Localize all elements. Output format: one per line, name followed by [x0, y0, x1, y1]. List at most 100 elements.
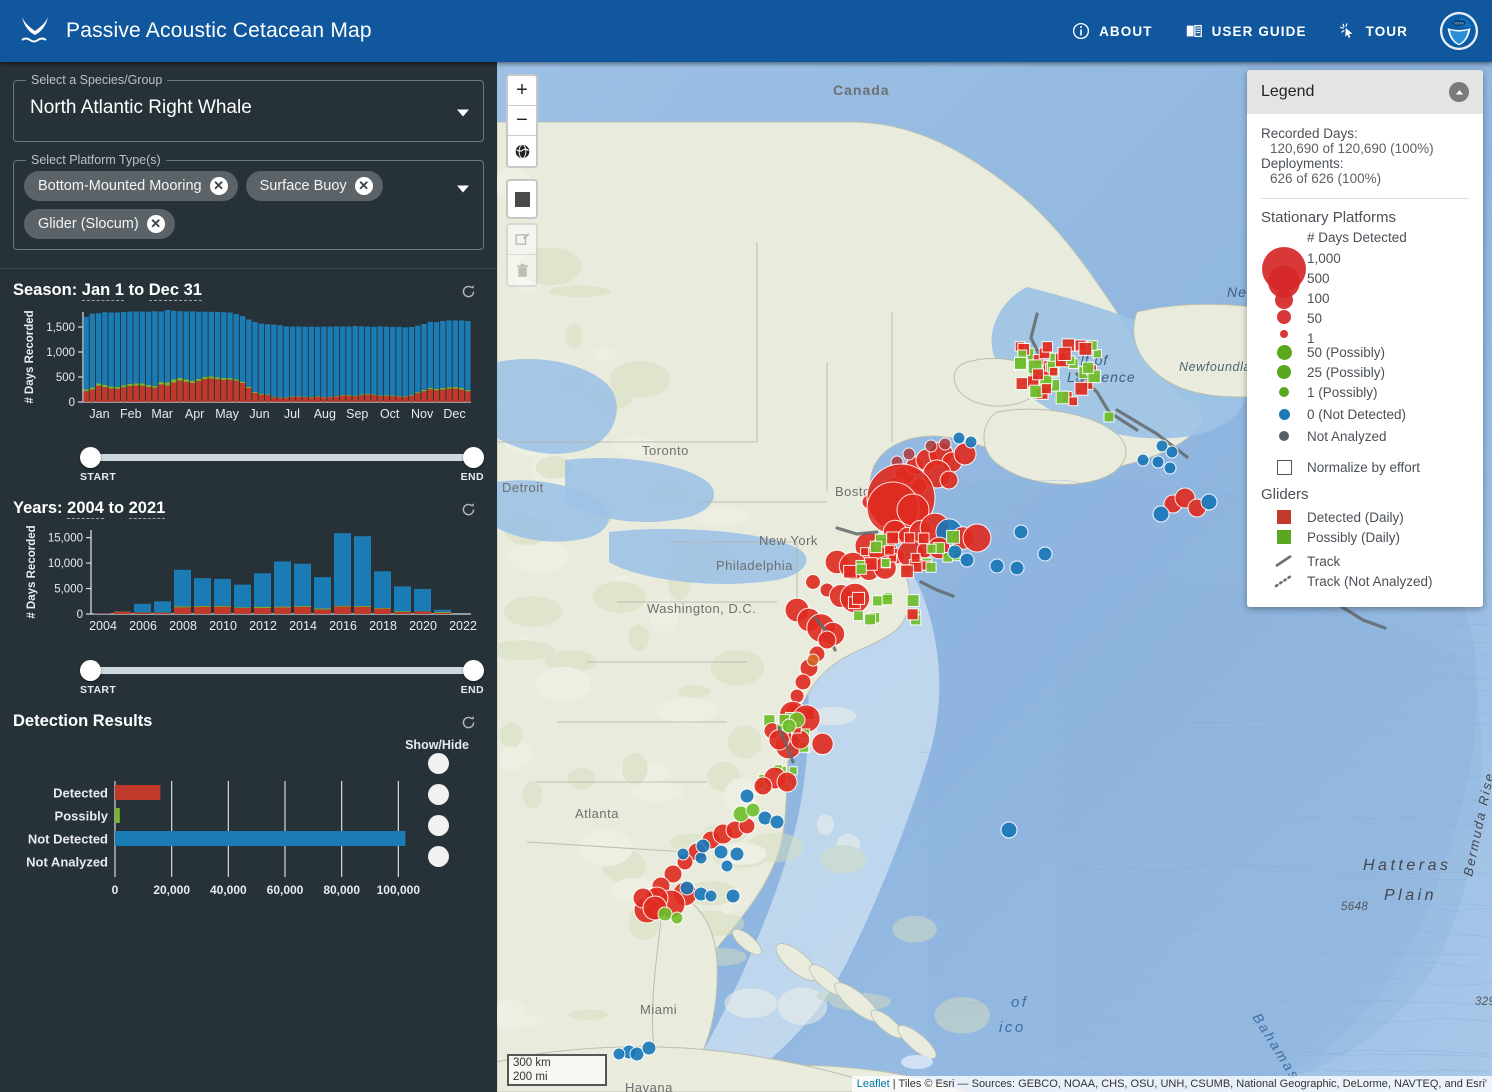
- about-button[interactable]: ABOUT: [1056, 14, 1169, 48]
- season-title: Season: Jan 1 to Dec 31: [13, 281, 484, 300]
- close-circle-icon[interactable]: ✕: [147, 215, 165, 233]
- platform-chip[interactable]: Surface Buoy ✕: [246, 171, 383, 201]
- legend-glider-label: Detected (Daily): [1307, 510, 1404, 525]
- svg-text:Ne: Ne: [1227, 284, 1247, 300]
- years-end-value[interactable]: 2021: [129, 499, 166, 519]
- years-slider[interactable]: START END: [80, 658, 484, 698]
- close-circle-icon[interactable]: ✕: [210, 177, 228, 195]
- draw-polygon-button[interactable]: [508, 225, 536, 255]
- svg-text:Miami: Miami: [640, 1002, 677, 1017]
- svg-text:0: 0: [112, 883, 119, 897]
- reset-extent-control[interactable]: [506, 179, 538, 219]
- dot-25-possibly-icon: [1261, 365, 1307, 379]
- dot-not-analyzed-icon: [1261, 431, 1307, 441]
- svg-text:Plain: Plain: [1384, 887, 1437, 904]
- platform-chip[interactable]: Glider (Slocum) ✕: [24, 209, 175, 239]
- detection-reset-icon[interactable]: [460, 714, 477, 731]
- bubble-100: [1275, 291, 1293, 309]
- bubble-label-500: 500: [1307, 269, 1341, 289]
- recorded-days-label: Recorded Days:: [1261, 126, 1469, 141]
- svg-text:1,000: 1,000: [46, 347, 75, 359]
- season-slider[interactable]: START END: [80, 445, 484, 485]
- about-label: ABOUT: [1099, 24, 1153, 39]
- leaflet-link[interactable]: Leaflet: [857, 1078, 890, 1090]
- detection-chart: 0 20,000 40,000 60,000 80,000 100,000 Detected…: [13, 735, 484, 905]
- svg-text:5648: 5648: [1341, 901, 1368, 913]
- bubble-label-1000: 1,000: [1307, 249, 1341, 269]
- reset-extent-button[interactable]: [508, 181, 536, 217]
- svg-text:New York: New York: [759, 533, 818, 548]
- legend-dot-label: 50 (Possibly): [1307, 345, 1385, 360]
- trash-icon: [514, 262, 531, 279]
- years-start-value[interactable]: 2004: [67, 499, 104, 519]
- zoom-out-label: −: [516, 109, 528, 132]
- normalize-checkbox-wrap[interactable]: [1261, 460, 1307, 475]
- chevron-down-icon[interactable]: [457, 186, 469, 193]
- map-canvas[interactable]: Canada Toronto Detroit Boston New York Philad…: [497, 62, 1492, 1092]
- map-attribution: Leaflet | Tiles © Esri — Sources: GEBCO,…: [852, 1076, 1492, 1092]
- svg-text:10,000: 10,000: [48, 558, 83, 570]
- season-slider-end-knob[interactable]: [463, 447, 484, 468]
- bubble-1: [1280, 330, 1288, 338]
- chevron-up-circle-icon[interactable]: [1449, 82, 1469, 102]
- years-reset-icon[interactable]: [460, 501, 477, 518]
- years-title-prefix: Years:: [13, 499, 63, 517]
- legend-track: Track: [1261, 551, 1469, 571]
- gliders-title: Gliders: [1261, 486, 1469, 503]
- toggle-detected[interactable]: [428, 753, 449, 774]
- season-slider-start-knob[interactable]: [80, 447, 101, 468]
- years-slider-start-knob[interactable]: [80, 660, 101, 681]
- noaa-logo[interactable]: NOAA: [1438, 10, 1480, 52]
- svg-text:Canada: Canada: [833, 82, 890, 98]
- svg-text:0: 0: [69, 397, 75, 409]
- zoom-out-button[interactable]: −: [508, 106, 536, 136]
- page-title: Passive Acoustic Cetacean Map: [66, 19, 372, 43]
- legend-header[interactable]: Legend: [1247, 70, 1483, 114]
- season-title-prefix: Season:: [13, 281, 77, 299]
- dot-1-possibly-icon: [1261, 387, 1307, 397]
- detection-title: Detection Results: [13, 712, 484, 731]
- globe-button[interactable]: [508, 136, 536, 166]
- platform-multiselect[interactable]: Select Platform Type(s) Bottom-Mounted M…: [13, 160, 484, 250]
- season-panel: Season: Jan 1 to Dec 31 0 500 1,000 1,500 Ja…: [0, 269, 497, 439]
- header-nav: ABOUT USER GUIDE TOUR NOAA: [1056, 10, 1492, 52]
- draw-controls[interactable]: [506, 223, 538, 287]
- season-slider-end-label: END: [461, 471, 484, 483]
- zoom-controls[interactable]: + −: [506, 74, 538, 168]
- species-select-value: North Atlantic Right Whale: [26, 93, 471, 125]
- info-circle-icon: [1072, 22, 1090, 40]
- bubble-stack: [1261, 247, 1307, 339]
- platform-chip[interactable]: Bottom-Mounted Mooring ✕: [24, 171, 238, 201]
- normalize-by-effort-row[interactable]: Normalize by effort: [1261, 457, 1469, 477]
- user-guide-button[interactable]: USER GUIDE: [1169, 14, 1323, 48]
- bubble-legend: 1,000 500 100 50 1: [1261, 247, 1469, 339]
- toggle-not-analyzed[interactable]: [428, 846, 449, 867]
- toggle-not-detected[interactable]: [428, 815, 449, 836]
- delete-shape-button[interactable]: [508, 255, 536, 285]
- close-circle-icon[interactable]: ✕: [355, 177, 373, 195]
- toggle-possibly[interactable]: [428, 784, 449, 805]
- years-slider-track[interactable]: [89, 667, 475, 674]
- season-start-value[interactable]: Jan 1: [82, 281, 124, 301]
- tour-button[interactable]: TOUR: [1323, 14, 1424, 48]
- season-end-value[interactable]: Dec 31: [149, 281, 202, 301]
- zoom-in-label: +: [516, 79, 528, 102]
- detection-chart-svg: 0 20,000 40,000 60,000 80,000 100,000Detected…: [13, 735, 484, 900]
- globe-icon: [514, 143, 531, 160]
- svg-text:3293: 3293: [1475, 996, 1492, 1008]
- zoom-in-button[interactable]: +: [508, 76, 536, 106]
- season-slider-track[interactable]: [89, 454, 475, 461]
- chevron-down-icon[interactable]: [457, 110, 469, 117]
- svg-text:2020: 2020: [409, 619, 437, 633]
- species-select[interactable]: Select a Species/Group North Atlantic Ri…: [13, 80, 484, 142]
- svg-text:Feb: Feb: [120, 407, 142, 421]
- scale-metric: 300 km: [507, 1054, 607, 1070]
- square-extent-icon: [515, 192, 530, 207]
- years-slider-end-knob[interactable]: [463, 660, 484, 681]
- svg-text:Dec: Dec: [443, 407, 465, 421]
- normalize-checkbox[interactable]: [1277, 460, 1292, 475]
- svg-text:2016: 2016: [329, 619, 357, 633]
- season-reset-icon[interactable]: [460, 283, 477, 300]
- svg-text:Nov: Nov: [411, 407, 434, 421]
- svg-text:Hatteras: Hatteras: [1363, 857, 1451, 874]
